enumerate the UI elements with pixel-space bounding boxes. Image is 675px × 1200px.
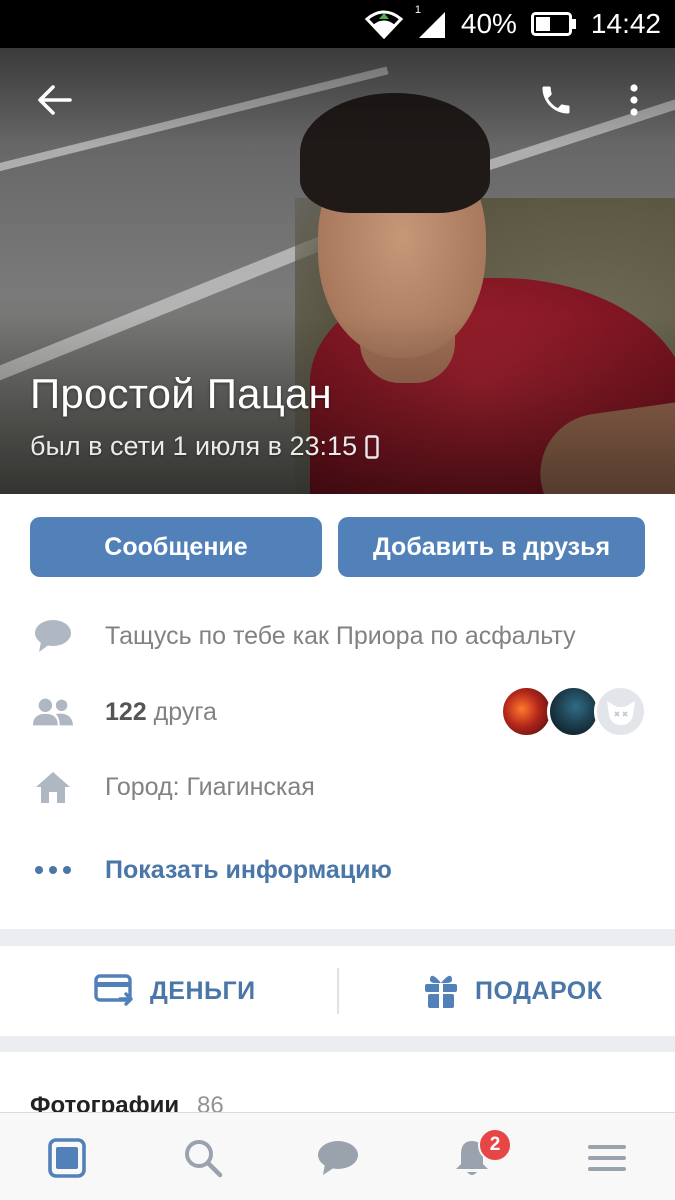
nav-search-button[interactable] [178,1135,228,1181]
arrow-left-icon [38,85,72,115]
search-icon [185,1140,223,1178]
divider [337,968,339,1014]
call-button[interactable] [530,74,582,126]
gift-label: ПОДАРОК [475,976,603,1005]
default-avatar-dog-icon [606,700,635,725]
back-button[interactable] [28,74,80,126]
avatar [500,685,553,738]
clock: 14:42 [590,8,661,39]
mobile-phone-icon [365,434,379,459]
battery-percent: 40% [460,8,517,39]
cell-signal: 1 [415,4,447,38]
status-bar: 1 40% 14:42 [0,0,675,48]
notification-badge: 2 [478,1128,512,1162]
profile-info-card: Сообщение Добавить в друзья Тащусь по те… [0,494,675,929]
profile-name: Простой Пацан [30,370,332,417]
money-label: ДЕНЬГИ [150,976,256,1005]
profile-cover: Простой Пацан был в сети 1 июля в 23:15 [0,48,675,494]
bottom-navigation [0,1112,675,1200]
gift-icon [425,975,457,1008]
city-text: Город: Гиагинская [105,772,315,801]
show-info-link[interactable]: Показать информацию [105,856,392,885]
signal-marker: 1 [414,4,421,16]
messages-icon [318,1141,358,1175]
home-icon [32,766,74,808]
status-row: Тащусь по тебе как Приора по асфальту [0,606,675,666]
more-vertical-icon [630,84,638,116]
battery-icon [530,12,576,36]
money-gift-card: ДЕНЬГИ ПОДАРОК [0,946,675,1036]
home-feed-icon [48,1138,86,1178]
friends-icon [32,691,74,733]
money-transfer-icon [94,974,133,1006]
status-text: Тащусь по тебе как Приора по асфальту [105,621,576,650]
friends-count: 122 [105,697,147,726]
nav-messages-button[interactable] [313,1135,363,1181]
nav-news-button[interactable] [42,1135,92,1181]
wifi-icon [364,10,403,39]
menu-icon [588,1145,626,1171]
nav-menu-button[interactable] [582,1135,632,1181]
speech-bubble-icon [32,615,74,657]
phone-icon [542,86,570,114]
cell-signal-icon [418,12,445,38]
more-options-button[interactable] [612,74,656,126]
last-seen-status: был в сети 1 июля в 23:15 [30,431,379,462]
money-button[interactable]: ДЕНЬГИ [94,946,256,1036]
friend-avatars[interactable] [500,685,650,740]
profile-screen: 1 40% 14:42 Простой Пацан был в сети 1 и… [0,0,675,1200]
friends-word: друга [153,697,217,726]
city-row: Город: Гиагинская [0,757,675,817]
friends-count-text: 122 друга [105,698,217,727]
ellipsis-icon [32,849,74,891]
message-button[interactable]: Сообщение [30,517,322,577]
action-buttons: Сообщение Добавить в друзья [30,517,645,577]
add-friend-button[interactable]: Добавить в друзья [338,517,645,577]
show-info-row[interactable]: Показать информацию [0,840,675,900]
last-seen-text: был в сети 1 июля в 23:15 [30,431,358,461]
avatar [594,685,647,738]
gift-button[interactable]: ПОДАРОК [423,946,603,1036]
avatar [547,685,600,738]
